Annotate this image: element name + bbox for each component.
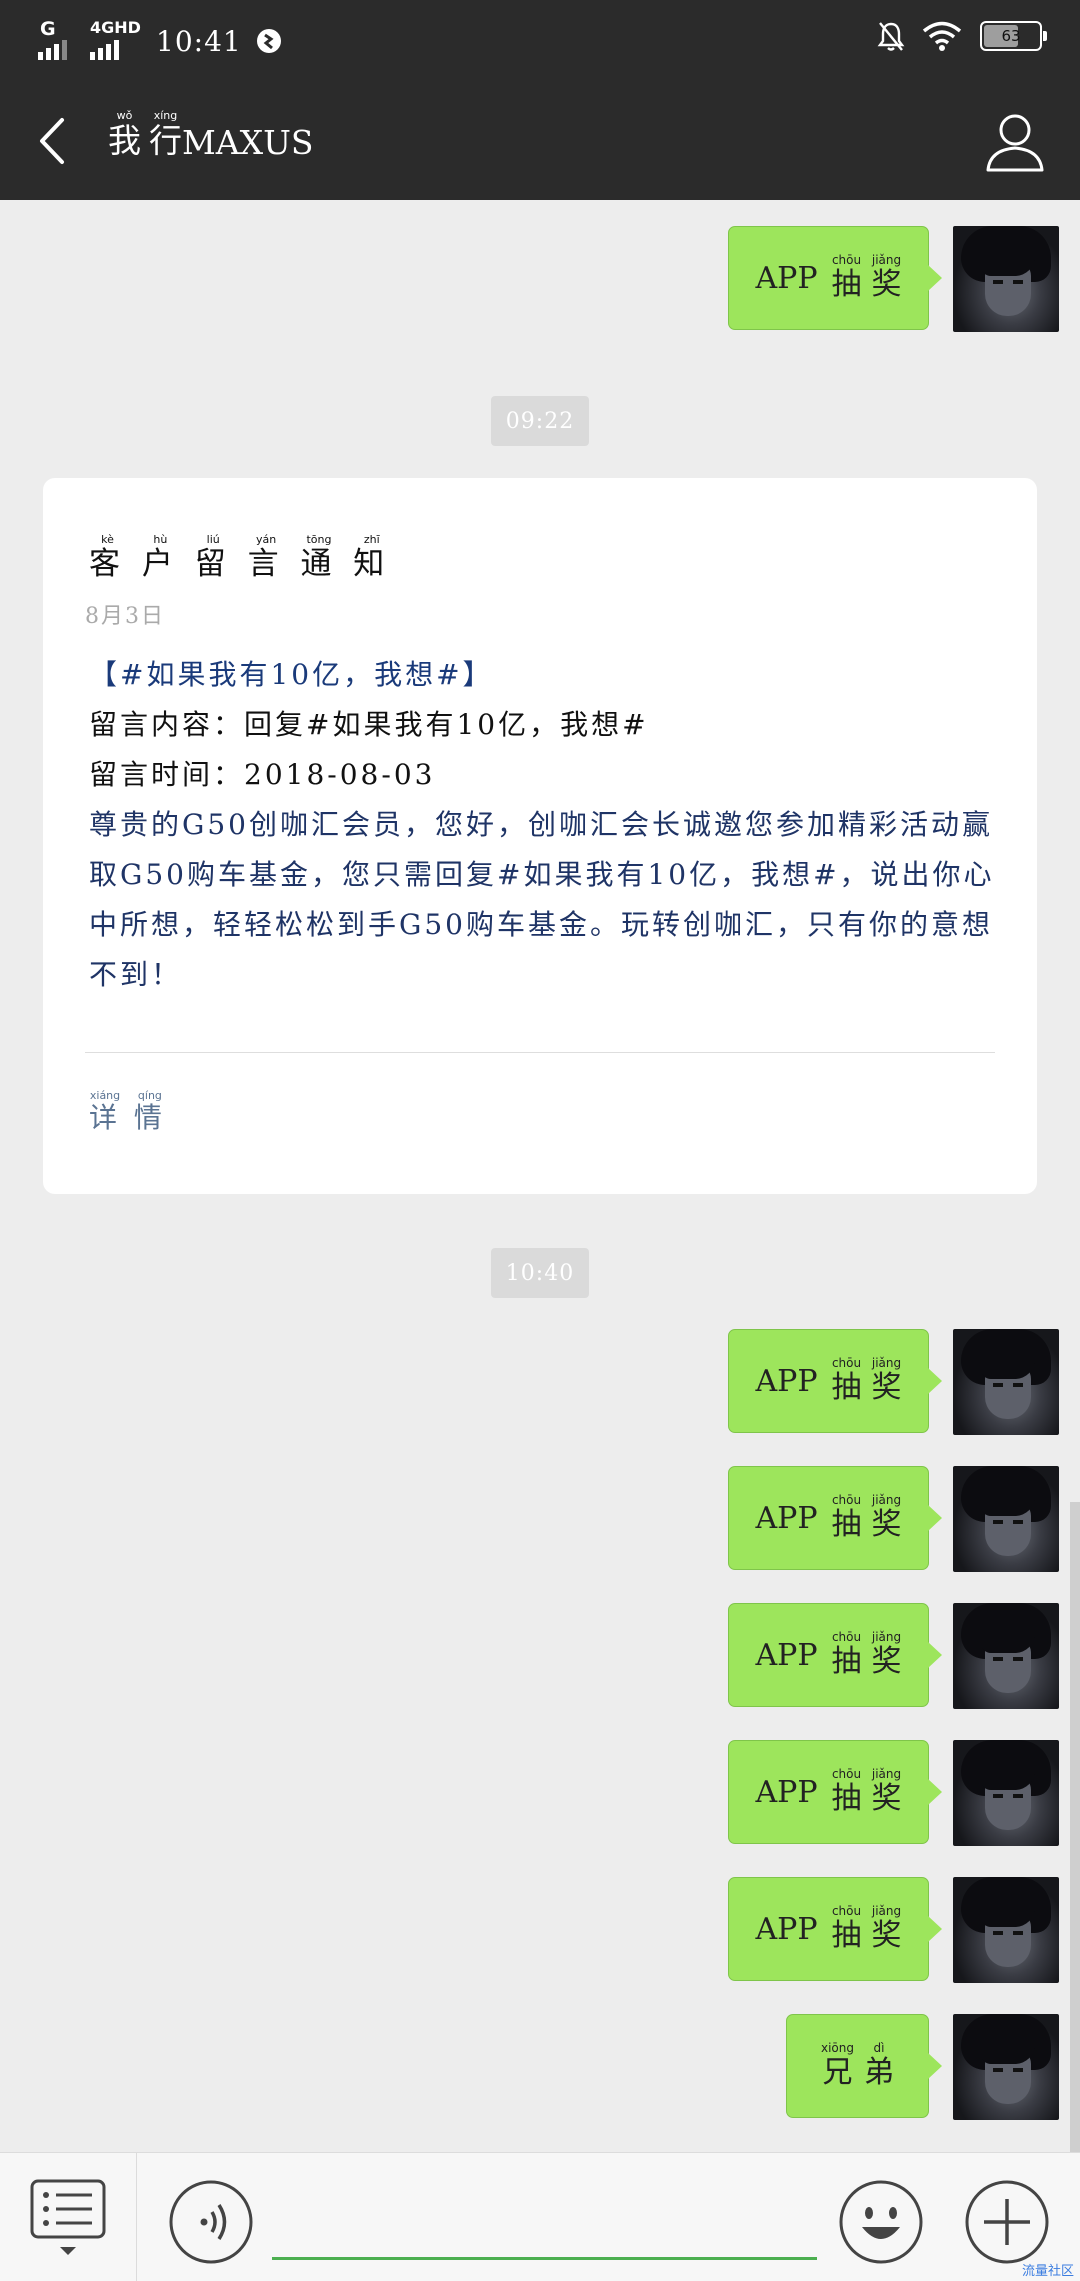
message-char: 抽chōu xyxy=(831,1492,862,1542)
message-char: 兄xiōng xyxy=(821,2040,854,2090)
content-value: 回复#如果我有10亿，我想# xyxy=(244,708,649,741)
page-title: 我wǒ 行xíng MAXUS xyxy=(108,109,314,162)
status-right: 63 xyxy=(876,20,1047,52)
title-char-2: 行xíng xyxy=(149,109,182,160)
message-char: 抽chōu xyxy=(831,252,862,302)
card-message-body: 尊贵的G50创咖汇会员，您好，创咖汇会长诚邀您参加精彩活动赢取G50购车基金，您… xyxy=(89,808,995,991)
message-bubble[interactable]: APP 抽chōu 奖jiǎng xyxy=(728,1740,942,1844)
details-link[interactable]: 详xiáng 情qíng xyxy=(89,1089,166,1136)
message-row: APP 抽chōu 奖jiǎng xyxy=(728,226,1059,332)
message-text: APP xyxy=(755,1637,818,1673)
network-label-1: G xyxy=(40,18,56,40)
message-bubble[interactable]: APP 抽chōu 奖jiǎng xyxy=(728,1603,942,1707)
card-content-row: 留言内容：回复#如果我有10亿，我想# xyxy=(89,700,1009,750)
message-row: APP 抽chōu 奖jiǎng xyxy=(728,1877,1059,1983)
emoji-icon[interactable] xyxy=(838,2179,924,2265)
message-row: APP 抽chōu 奖jiǎng xyxy=(728,1329,1059,1435)
network-label-2: 4GHD xyxy=(90,18,141,37)
alarm-off-icon xyxy=(877,22,905,51)
card-tag-line: 【#如果我有10亿，我想#】 xyxy=(89,658,494,691)
message-text: APP xyxy=(755,1500,818,1536)
timestamp: 10:40 xyxy=(491,1248,589,1298)
message-bubble[interactable]: APP 抽chōu 奖jiǎng xyxy=(728,1877,942,1981)
title-char-1: 我wǒ xyxy=(108,109,141,160)
message-char: 奖jiǎng xyxy=(871,1492,902,1542)
message-row: 兄xiōng 弟dì xyxy=(786,2014,1059,2120)
input-separator xyxy=(136,2153,137,2281)
message-text: APP xyxy=(755,1911,818,1947)
message-text: APP xyxy=(755,1363,818,1399)
profile-button[interactable] xyxy=(980,106,1050,176)
scrollbar[interactable] xyxy=(1070,1502,1080,2152)
signal-icon-2: 4GHD xyxy=(90,18,141,60)
avatar[interactable] xyxy=(953,1603,1059,1709)
message-char: 弟dì xyxy=(864,2040,894,2090)
card-date: 8月3日 xyxy=(85,604,165,629)
avatar[interactable] xyxy=(953,226,1059,332)
content-label: 留言内容： xyxy=(89,708,245,741)
time-value: 2018-08-03 xyxy=(244,758,436,791)
back-button[interactable] xyxy=(22,104,92,178)
message-row: APP 抽chōu 奖jiǎng xyxy=(728,1466,1059,1572)
message-char: 抽chōu xyxy=(831,1766,862,1816)
message-char: 奖jiǎng xyxy=(871,1355,902,1405)
message-bubble[interactable]: APP 抽chōu 奖jiǎng xyxy=(728,1466,942,1570)
message-text: APP xyxy=(755,1774,818,1810)
card-body: 【#如果我有10亿，我想#】 留言内容：回复#如果我有10亿，我想# 留言时间：… xyxy=(89,650,1009,1000)
card-title: 客kè 户hù 留liú 言yán 通tōng 知zhī xyxy=(89,533,391,582)
avatar[interactable] xyxy=(953,1329,1059,1435)
message-input[interactable] xyxy=(272,2257,817,2260)
chat-area[interactable]: APP 抽chōu 奖jiǎng 09:22 客kè 户hù 留liú 言yán… xyxy=(0,200,1080,2152)
message-text: APP xyxy=(755,260,818,296)
message-char: 抽chōu xyxy=(831,1629,862,1679)
message-char: 奖jiǎng xyxy=(871,252,902,302)
message-bubble[interactable]: 兄xiōng 弟dì xyxy=(786,2014,942,2118)
avatar[interactable] xyxy=(953,1466,1059,1572)
wifi-icon xyxy=(922,21,962,51)
message-char: 奖jiǎng xyxy=(871,1629,902,1679)
watermark: 流量社区 xyxy=(1021,2264,1074,2279)
plus-icon[interactable] xyxy=(964,2179,1050,2265)
timestamp: 09:22 xyxy=(491,396,589,446)
message-char: 抽chōu xyxy=(831,1903,862,1953)
avatar[interactable] xyxy=(953,2014,1059,2120)
message-char: 奖jiǎng xyxy=(871,1903,902,1953)
status-left: G 4GHD 10:41 xyxy=(38,18,284,64)
clock: 10:41 xyxy=(156,24,242,58)
card-time-row: 留言时间：2018-08-03 xyxy=(89,750,1009,800)
voice-icon[interactable] xyxy=(168,2179,254,2265)
status-bar: G 4GHD 10:41 63 xyxy=(0,0,1080,82)
message-char: 奖jiǎng xyxy=(871,1766,902,1816)
signal-icon: G xyxy=(38,18,76,60)
time-label: 留言时间： xyxy=(89,758,245,791)
message-row: APP 抽chōu 奖jiǎng xyxy=(728,1603,1059,1709)
input-bar: 流量社区 xyxy=(0,2152,1080,2281)
menu-list-icon[interactable] xyxy=(28,2177,108,2261)
message-bubble[interactable]: APP 抽chōu 奖jiǎng xyxy=(728,226,942,330)
battery-icon: 63 xyxy=(980,21,1047,51)
avatar[interactable] xyxy=(953,1740,1059,1846)
message-bubble[interactable]: APP 抽chōu 奖jiǎng xyxy=(728,1329,942,1433)
message-char: 抽chōu xyxy=(831,1355,862,1405)
battery-text: 63 xyxy=(1001,27,1021,45)
app-notification-icon xyxy=(256,29,281,53)
avatar[interactable] xyxy=(953,1877,1059,1983)
nav-bar: 我wǒ 行xíng MAXUS xyxy=(0,82,1080,200)
card-divider xyxy=(85,1052,995,1053)
title-suffix: MAXUS xyxy=(182,123,314,162)
notification-card[interactable]: 客kè 户hù 留liú 言yán 通tōng 知zhī 8月3日 【#如果我有… xyxy=(43,478,1037,1194)
message-row: APP 抽chōu 奖jiǎng xyxy=(728,1740,1059,1846)
